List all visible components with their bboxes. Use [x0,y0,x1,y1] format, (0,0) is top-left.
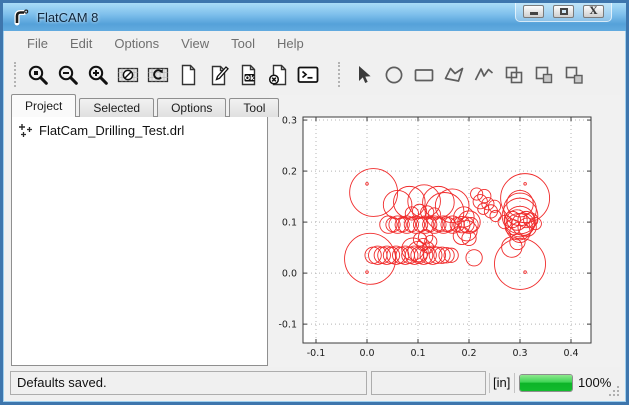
subtraction-squares-icon [562,63,586,87]
zoom-out-icon [56,63,80,87]
left-panel-tabs: Project Selected Options Tool [11,94,282,117]
window-controls: X [515,3,612,22]
tree-item-label: FlatCam_Drilling_Test.drl [39,123,184,138]
delete-object-button[interactable] [263,60,293,89]
window-title: FlatCAM 8 [37,10,98,25]
svg-text:0.2: 0.2 [461,348,476,359]
plot-figure: -0.1 0.0 0.1 0.2 0.3 0.4 -0.1 0.0 0.1 0.2 0.3 [269,95,621,371]
flatcam-logo-icon [12,8,30,26]
toolbar-drag-handle[interactable] [14,62,17,87]
zoom-in-icon [86,63,110,87]
svg-text:0.0: 0.0 [282,269,297,280]
menu-help[interactable]: Help [266,33,315,54]
zoom-fit-button[interactable] [23,60,53,89]
maximize-button[interactable] [553,5,574,18]
title-bar[interactable]: FlatCAM 8 X [3,3,626,31]
status-secondary [371,371,486,395]
rectangle-shape-icon [412,63,436,87]
editor-button[interactable] [203,60,233,89]
close-button[interactable]: X [583,5,604,18]
replot-button[interactable] [143,60,173,89]
progress-fill [520,375,572,391]
plot-canvas[interactable]: -0.1 0.0 0.1 0.2 0.3 0.4 -0.1 0.0 0.1 0.2 0.3 [269,95,621,371]
main-toolbar-group: Ok [23,60,323,89]
flatcam-window: FlatCAM 8 X File Edit Options View Tool … [0,0,629,405]
svg-text:0.3: 0.3 [512,348,527,359]
status-message: Defaults saved. [10,371,367,395]
path-polyline-icon [472,63,496,87]
menu-bar: File Edit Options View Tool Help [6,31,623,56]
add-circle-button[interactable] [379,60,409,89]
svg-text:0.0: 0.0 [359,348,374,359]
add-rectangle-button[interactable] [409,60,439,89]
maximize-icon [560,8,568,15]
polygon-union-button[interactable] [499,60,529,89]
menu-edit[interactable]: Edit [59,33,103,54]
svg-text:0.2: 0.2 [282,167,297,178]
zoom-fit-icon [26,63,50,87]
select-tool-button[interactable] [349,60,379,89]
project-tree-panel[interactable]: FlatCam_Drilling_Test.drl [11,116,268,366]
svg-text:-0.1: -0.1 [278,320,297,331]
new-file-icon [176,63,200,87]
svg-text:0.1: 0.1 [282,218,297,229]
menu-tool[interactable]: Tool [220,33,266,54]
drill-icon [18,123,33,138]
shell-icon [296,63,320,87]
shell-toggle-button[interactable] [293,60,323,89]
svg-text:-0.1: -0.1 [307,348,326,359]
tab-selected[interactable]: Selected [79,98,154,117]
minimize-button[interactable] [523,5,544,18]
resize-grip[interactable] [608,385,620,397]
svg-text:0.3: 0.3 [282,116,297,127]
menu-view[interactable]: View [170,33,220,54]
polygon-shape-icon [442,63,466,87]
draw-toolbar-drag-handle[interactable] [338,62,341,87]
union-squares-icon [502,63,526,87]
menu-file[interactable]: File [16,33,59,54]
delete-file-icon [266,63,290,87]
replot-icon [146,63,170,87]
progress-percent-label: 100% [578,371,611,395]
edit-file-icon [206,63,230,87]
status-divider [514,373,515,393]
zoom-in-button[interactable] [83,60,113,89]
zoom-out-button[interactable] [53,60,83,89]
tool-bar: Ok [6,56,623,93]
clear-plot-icon [116,63,140,87]
clear-plot-button[interactable] [113,60,143,89]
tab-options[interactable]: Options [157,98,226,117]
polygon-subtraction-button[interactable] [559,60,589,89]
svg-text:0.1: 0.1 [410,348,425,359]
tab-project[interactable]: Project [11,94,76,117]
menu-options[interactable]: Options [103,33,170,54]
intersection-squares-icon [532,63,556,87]
tab-tool[interactable]: Tool [229,98,279,117]
progress-bar [519,374,573,392]
cursor-arrow-icon [352,63,376,87]
status-bar: Defaults saved. [in] 100% [6,367,623,399]
status-divider [489,373,490,393]
tree-item-drill-file[interactable]: FlatCam_Drilling_Test.drl [16,122,263,139]
draw-toolbar-group [349,60,589,89]
minimize-icon [530,12,538,15]
new-geometry-button[interactable] [173,60,203,89]
close-icon: X [590,7,598,17]
units-label: [in] [493,371,510,395]
svg-text:Ok: Ok [245,74,256,82]
add-polygon-button[interactable] [439,60,469,89]
save-editor-button[interactable]: Ok [233,60,263,89]
svg-text:0.4: 0.4 [563,348,578,359]
ok-file-icon: Ok [236,63,260,87]
circle-shape-icon [382,63,406,87]
add-path-button[interactable] [469,60,499,89]
polygon-intersection-button[interactable] [529,60,559,89]
